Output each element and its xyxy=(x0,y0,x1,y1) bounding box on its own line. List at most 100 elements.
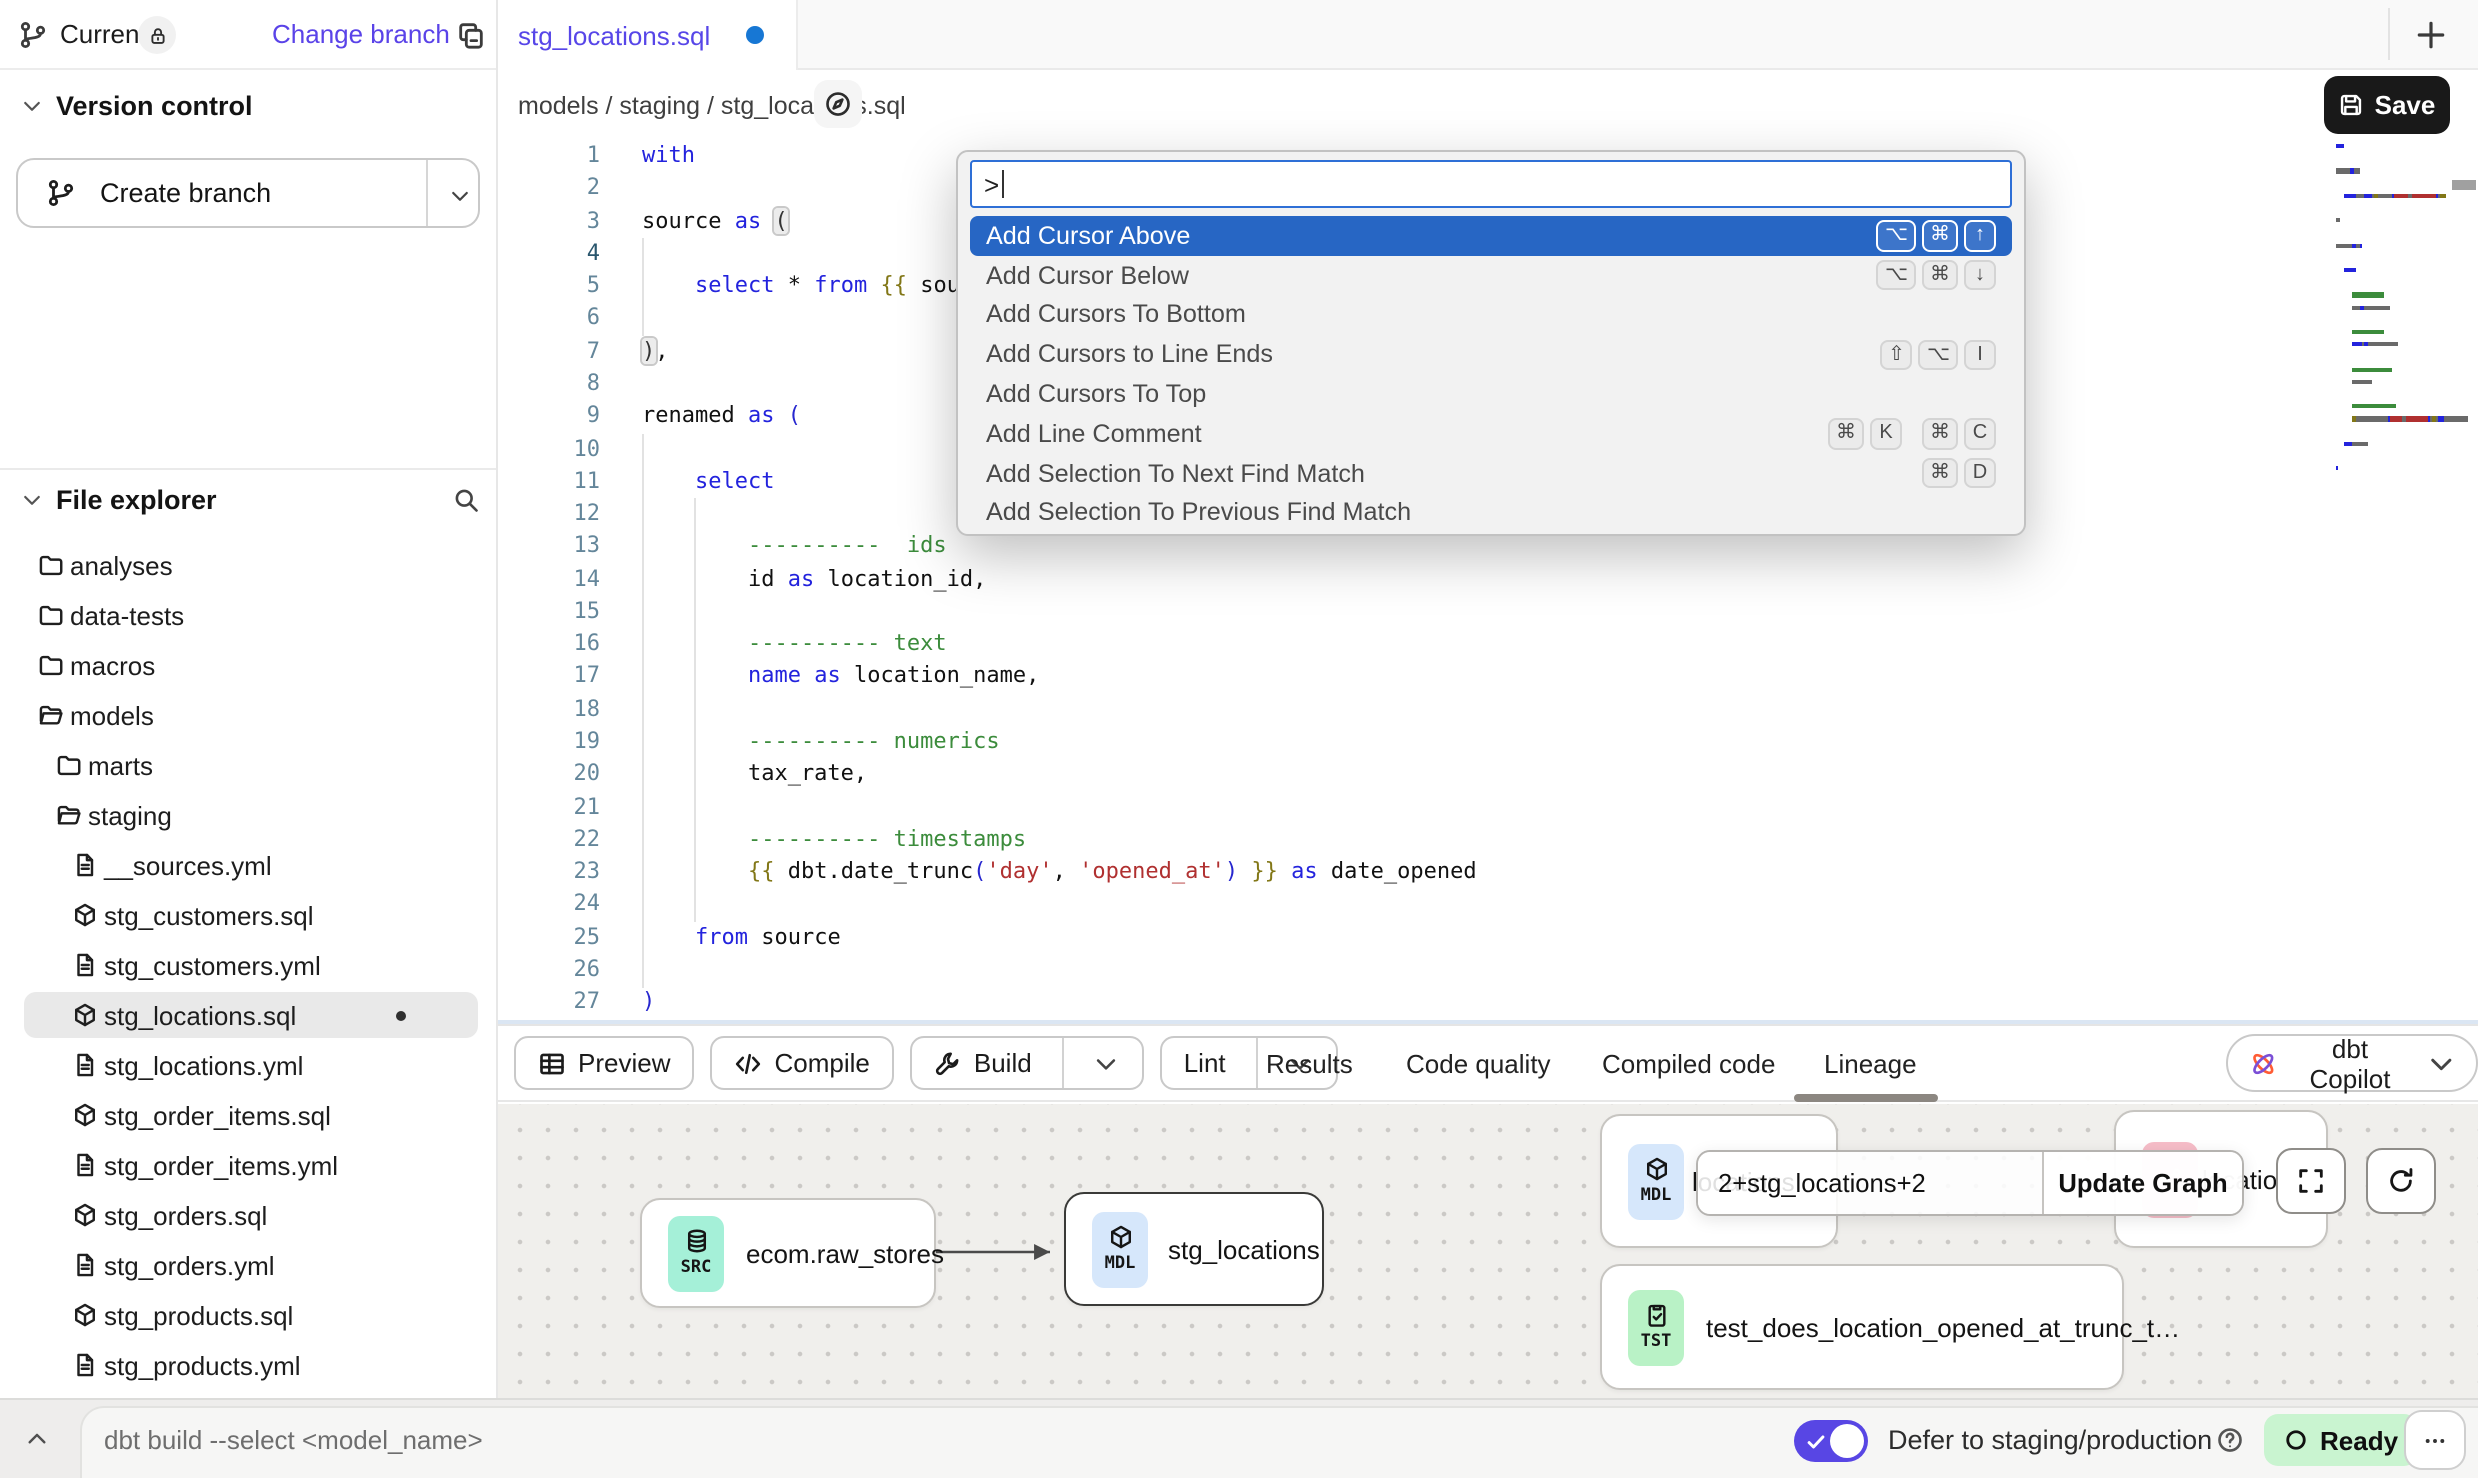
lineage-node-ecom-raw-stores[interactable]: SRCecom.raw_stores xyxy=(640,1198,936,1308)
file-item-stg-products-yml[interactable]: stg_products.yml xyxy=(0,1340,496,1390)
file-item-stg-orders-yml[interactable]: stg_orders.yml xyxy=(0,1240,496,1290)
tab-stg-locations[interactable]: stg_locations.sql xyxy=(498,0,798,70)
file-item-data-tests[interactable]: data-tests xyxy=(0,590,496,640)
scroll-indicator[interactable] xyxy=(2452,180,2476,190)
code-line: with xyxy=(642,140,695,173)
file-label: __sources.yml xyxy=(104,850,272,880)
preview-button[interactable]: Preview xyxy=(514,1036,695,1090)
refresh-button[interactable] xyxy=(2366,1148,2436,1214)
file-item-stg-order-items-sql[interactable]: stg_order_items.sql xyxy=(0,1090,496,1140)
command-item-add-cursor-above[interactable]: Add Cursor Above⌥⌘↑ xyxy=(970,216,2012,256)
update-graph-button[interactable]: Update Graph xyxy=(2042,1152,2242,1214)
file-item-staging[interactable]: staging xyxy=(0,790,496,840)
file-item--sources-yml[interactable]: __sources.yml xyxy=(0,840,496,890)
defer-toggle[interactable] xyxy=(1794,1420,1868,1462)
panel-tab-compiled-code[interactable]: Compiled code xyxy=(1602,1048,1775,1078)
file-item-stg-locations-sql[interactable]: stg_locations.sql xyxy=(0,990,496,1040)
doc-icon xyxy=(72,1052,98,1078)
fullscreen-button[interactable] xyxy=(2276,1148,2346,1214)
action-buttons: Preview Compile Build Lint xyxy=(514,1036,1338,1090)
command-item-add-cursors-to-top[interactable]: Add Cursors To Top xyxy=(970,374,2012,414)
file-item-macros[interactable]: macros xyxy=(0,640,496,690)
code-line: {{ dbt.date_trunc('day', 'opened_at') }}… xyxy=(642,856,1477,889)
lineage-selector-input[interactable]: 2+stg_locations+2 xyxy=(1698,1152,2042,1214)
search-icon[interactable] xyxy=(452,486,480,514)
current-branch-label: Current xyxy=(60,19,147,49)
panel-tab-code-quality[interactable]: Code quality xyxy=(1406,1048,1551,1078)
file-item-stg-customers-sql[interactable]: stg_customers.sql xyxy=(0,890,496,940)
chev-down-icon[interactable] xyxy=(20,488,44,512)
chev-up-icon[interactable] xyxy=(24,1426,50,1452)
file-item-stg-order-items-yml[interactable]: stg_order_items.yml xyxy=(0,1140,496,1190)
command-palette-input[interactable]: > xyxy=(970,160,2012,208)
file-label: stg_order_items.yml xyxy=(104,1150,338,1180)
keycap: D xyxy=(1964,458,1996,489)
file-label: analyses xyxy=(70,550,173,580)
panel-tab-lineage[interactable]: Lineage xyxy=(1824,1048,1917,1078)
file-item-stg-locations-yml[interactable]: stg_locations.yml xyxy=(0,1040,496,1090)
badge-label: SRC xyxy=(681,1258,712,1278)
minimap-line xyxy=(2336,268,2357,272)
line-number: 5 xyxy=(498,270,600,303)
file-item-stg-products-sql[interactable]: stg_products.sql xyxy=(0,1290,496,1340)
command-item-add-selection-to-previous-find-match[interactable]: Add Selection To Previous Find Match xyxy=(970,493,2012,533)
compile-button[interactable]: Compile xyxy=(711,1036,894,1090)
code-line: name as location_name, xyxy=(642,661,1039,694)
folder-open-icon xyxy=(38,702,64,728)
plus-icon[interactable] xyxy=(2414,18,2448,52)
command-label: Add Cursors to Line Ends xyxy=(986,341,1273,369)
cube-icon xyxy=(1643,1156,1669,1182)
line-number: 19 xyxy=(498,726,600,759)
create-branch-label: Create branch xyxy=(100,178,271,208)
shortcut-keys: ⌥⌘↑ xyxy=(1877,220,1996,251)
change-branch-link[interactable]: Change branch xyxy=(272,19,450,49)
lineage-canvas[interactable]: SRCecom.raw_storesMDLstg_locationsMDLloc… xyxy=(498,1104,2478,1398)
command-item-add-cursors-to-bottom[interactable]: Add Cursors To Bottom xyxy=(970,295,2012,335)
lineage-node-stg-locations[interactable]: MDLstg_locations xyxy=(1064,1192,1324,1306)
chev-down-icon[interactable] xyxy=(20,94,44,118)
dbt-copilot-button[interactable]: dbt Copilot xyxy=(2226,1034,2478,1092)
minimap-line xyxy=(2336,330,2384,334)
navigate-button[interactable] xyxy=(814,80,862,128)
command-label: Add Cursor Below xyxy=(986,261,1189,289)
file-item-stg-customers-yml[interactable]: stg_customers.yml xyxy=(0,940,496,990)
keycap: ⌥ xyxy=(1877,220,1916,251)
command-item-add-cursor-below[interactable]: Add Cursor Below⌥⌘↓ xyxy=(970,256,2012,296)
command-label: Add Cursors To Bottom xyxy=(986,301,1246,329)
question-icon[interactable] xyxy=(2216,1426,2244,1454)
minimap-line xyxy=(2336,404,2397,408)
save-label: Save xyxy=(2375,90,2436,120)
line-number: 12 xyxy=(498,498,600,531)
update-graph-label: Update Graph xyxy=(2058,1168,2227,1198)
save-button[interactable]: Save xyxy=(2324,76,2450,134)
indent-guide xyxy=(641,238,643,336)
command-input[interactable]: dbt build --select <model_name> xyxy=(104,1424,483,1454)
build-label: Build xyxy=(974,1048,1032,1078)
file-item-models[interactable]: models xyxy=(0,690,496,740)
file-item-stg-orders-sql[interactable]: stg_orders.sql xyxy=(0,1190,496,1240)
minimap-line xyxy=(2336,367,2393,371)
keycap: I xyxy=(1964,339,1996,370)
command-item-add-cursors-to-line-ends[interactable]: Add Cursors to Line Ends ⇧⌥I xyxy=(970,335,2012,375)
create-branch-button[interactable]: Create branch xyxy=(16,158,480,228)
command-item-add-line-comment[interactable]: Add Line Comment⌘K⌘C xyxy=(970,414,2012,454)
more-options-button[interactable] xyxy=(2404,1410,2466,1470)
command-item-add-selection-to-next-find-match[interactable]: Add Selection To Next Find Match⌘D xyxy=(970,454,2012,494)
code-line: ), xyxy=(642,335,669,368)
minimap-line xyxy=(2336,466,2338,470)
file-item-analyses[interactable]: analyses xyxy=(0,540,496,590)
keycap: K xyxy=(1870,418,1902,449)
wrench-icon xyxy=(934,1049,962,1077)
active-tab-underline xyxy=(1794,1094,1938,1101)
lineage-node-test-does-location-opened-at-trunc-t-[interactable]: TSTtest_does_location_opened_at_trunc_t… xyxy=(1600,1264,2124,1390)
code-line: from source xyxy=(642,921,841,954)
copy-icon[interactable] xyxy=(456,20,486,50)
build-button[interactable]: Build xyxy=(910,1036,1144,1090)
cube-icon xyxy=(1107,1224,1133,1250)
keycap: ⇧ xyxy=(1880,339,1913,370)
file-item-marts[interactable]: marts xyxy=(0,740,496,790)
shortcut-keys: ⌘K⌘C xyxy=(1828,418,1996,449)
doc-icon xyxy=(72,952,98,978)
keycap: ⌥ xyxy=(1919,339,1958,370)
panel-tab-results[interactable]: Results xyxy=(1266,1048,1353,1078)
